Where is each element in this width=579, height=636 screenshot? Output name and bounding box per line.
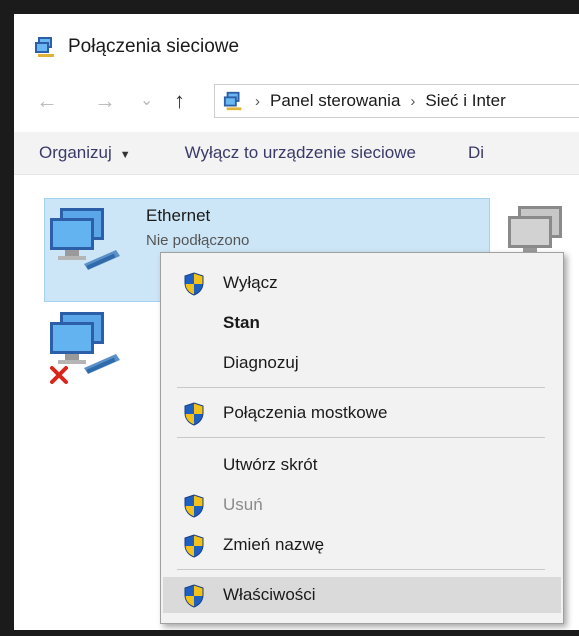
menu-item-properties[interactable]: Właściwości bbox=[163, 577, 561, 613]
organize-menu[interactable]: Organizuj ▼ bbox=[39, 143, 131, 163]
menu-item-label: Stan bbox=[223, 313, 260, 332]
red-x-icon bbox=[50, 366, 68, 384]
recent-locations-button[interactable]: ⌄ bbox=[140, 90, 153, 112]
command-bar: Organizuj ▼ Wyłącz to urządzenie sieciowe… bbox=[14, 132, 579, 175]
breadcrumb-separator: › bbox=[255, 92, 260, 110]
menu-item-label: Wyłącz bbox=[223, 273, 278, 292]
navigation-bar: ← → ⌄ ↑ › Panel sterowania › Sieć i Inte… bbox=[14, 82, 579, 122]
menu-item-label: Zmień nazwę bbox=[223, 535, 325, 554]
back-button[interactable]: ← bbox=[36, 90, 58, 112]
context-menu: Wyłącz Stan Diagnozuj Połączenia mostkow… bbox=[160, 252, 564, 624]
diagnose-button[interactable]: Di bbox=[468, 143, 484, 163]
network-adapter-icon[interactable] bbox=[50, 310, 126, 388]
uac-shield-icon bbox=[184, 272, 204, 296]
forward-button[interactable]: → bbox=[94, 90, 116, 112]
ethernet-name: Ethernet bbox=[146, 206, 211, 225]
menu-item-diagnose[interactable]: Diagnozuj bbox=[163, 345, 561, 381]
network-connections-icon bbox=[35, 37, 54, 57]
uac-shield-icon bbox=[184, 494, 204, 518]
menu-item-rename[interactable]: Zmień nazwę bbox=[163, 527, 561, 563]
up-button[interactable]: ↑ bbox=[174, 90, 185, 112]
window-frame: Połączenia sieciowe ← → ⌄ ↑ › Panel ster… bbox=[0, 0, 579, 636]
uac-shield-icon bbox=[184, 534, 204, 558]
uac-shield-icon bbox=[184, 402, 204, 426]
menu-item-label: Połączenia mostkowe bbox=[223, 403, 388, 422]
control-panel-icon bbox=[223, 91, 242, 111]
ethernet-status: Nie podłączono bbox=[146, 232, 250, 249]
menu-item-label: Diagnozuj bbox=[223, 353, 299, 372]
menu-separator bbox=[177, 569, 545, 570]
breadcrumb-control-panel[interactable]: Panel sterowania bbox=[270, 91, 400, 111]
menu-item-create-shortcut[interactable]: Utwórz skrót bbox=[163, 447, 561, 483]
menu-item-bridge[interactable]: Połączenia mostkowe bbox=[163, 395, 561, 431]
menu-item-label: Utwórz skrót bbox=[223, 455, 318, 474]
menu-item-status[interactable]: Stan bbox=[163, 305, 561, 341]
caret-down-icon: ▼ bbox=[119, 149, 131, 161]
menu-item-label: Usuń bbox=[223, 495, 263, 514]
uac-shield-icon bbox=[184, 584, 204, 608]
menu-item-delete[interactable]: Usuń bbox=[163, 487, 561, 523]
breadcrumb-network-internet[interactable]: Sieć i Inter bbox=[425, 91, 505, 111]
address-bar[interactable]: › Panel sterowania › Sieć i Inter bbox=[214, 84, 579, 118]
title-bar: Połączenia sieciowe bbox=[34, 32, 239, 62]
window-title: Połączenia sieciowe bbox=[68, 36, 240, 57]
breadcrumb-separator: › bbox=[410, 92, 416, 110]
disable-device-button[interactable]: Wyłącz to urządzenie sieciowe bbox=[185, 143, 416, 163]
organize-label: Organizuj bbox=[39, 143, 112, 162]
menu-separator bbox=[177, 387, 545, 388]
menu-item-disable[interactable]: Wyłącz bbox=[163, 265, 561, 301]
network-adapter-icon[interactable] bbox=[50, 206, 126, 276]
menu-separator bbox=[177, 437, 545, 438]
menu-item-label: Właściwości bbox=[223, 585, 316, 604]
